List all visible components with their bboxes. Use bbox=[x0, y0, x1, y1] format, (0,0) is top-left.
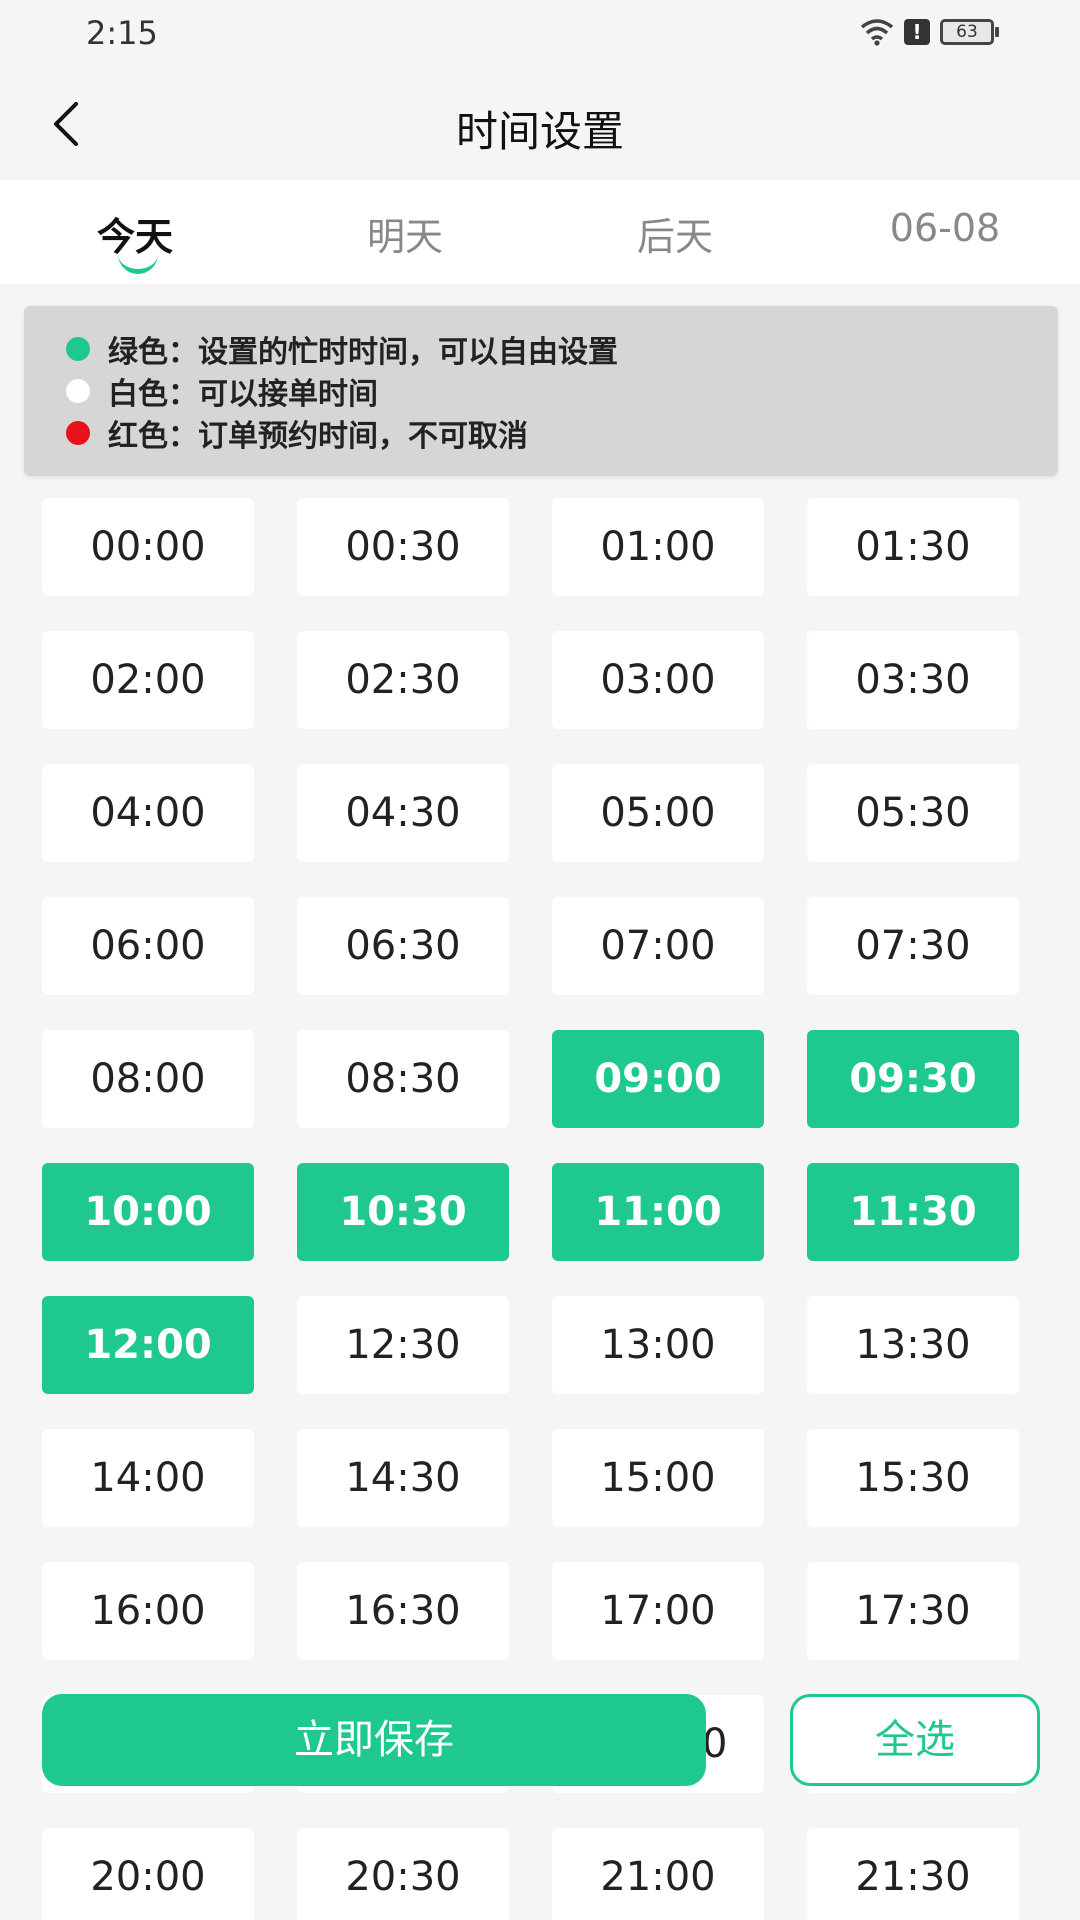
legend-text: 绿色：设置的忙时时间，可以自由设置 bbox=[108, 335, 618, 370]
time-slot[interactable]: 11:00 bbox=[552, 1163, 764, 1261]
legend-text: 白色：可以接单时间 bbox=[108, 377, 378, 412]
status-icons: ! 63 bbox=[860, 18, 999, 46]
wifi-icon bbox=[860, 19, 894, 46]
time-slot[interactable]: 06:30 bbox=[297, 897, 509, 995]
time-slot[interactable]: 10:00 bbox=[42, 1163, 254, 1261]
time-slot[interactable]: 00:00 bbox=[42, 498, 254, 596]
legend-row-red: 红色：订单预约时间，不可取消 bbox=[66, 412, 1058, 454]
time-slot[interactable]: 15:00 bbox=[552, 1429, 764, 1527]
time-slot[interactable]: 12:00 bbox=[42, 1296, 254, 1394]
green-dot-icon bbox=[66, 337, 90, 361]
time-slot[interactable]: 13:30 bbox=[807, 1296, 1019, 1394]
time-slot[interactable]: 20:30 bbox=[297, 1828, 509, 1920]
time-slot[interactable]: 08:30 bbox=[297, 1030, 509, 1128]
time-slot[interactable]: 01:00 bbox=[552, 498, 764, 596]
time-slot[interactable]: 05:30 bbox=[807, 764, 1019, 862]
page-title: 时间设置 bbox=[455, 107, 624, 156]
time-slot[interactable]: 04:00 bbox=[42, 764, 254, 862]
legend-text: 红色：订单预约时间，不可取消 bbox=[108, 419, 528, 454]
tab-date[interactable]: 06-08 bbox=[810, 206, 1080, 250]
tab-today[interactable]: 今天 bbox=[0, 206, 270, 261]
time-slot[interactable]: 03:30 bbox=[807, 631, 1019, 729]
time-slot[interactable]: 01:30 bbox=[807, 498, 1019, 596]
time-slot[interactable]: 17:00 bbox=[552, 1562, 764, 1660]
time-slot[interactable]: 09:00 bbox=[552, 1030, 764, 1128]
time-slot[interactable]: 05:00 bbox=[552, 764, 764, 862]
save-button[interactable]: 立即保存 bbox=[42, 1694, 706, 1786]
legend-row-green: 绿色：设置的忙时时间，可以自由设置 bbox=[66, 328, 1058, 370]
time-slot[interactable]: 20:00 bbox=[42, 1828, 254, 1920]
time-slot[interactable]: 07:00 bbox=[552, 897, 764, 995]
time-slot[interactable]: 02:00 bbox=[42, 631, 254, 729]
legend-row-white: 白色：可以接单时间 bbox=[66, 370, 1058, 412]
time-slot[interactable]: 08:00 bbox=[42, 1030, 254, 1128]
time-slot[interactable]: 03:00 bbox=[552, 631, 764, 729]
battery-icon: 63 bbox=[940, 19, 999, 45]
tab-day-after[interactable]: 后天 bbox=[540, 206, 810, 261]
status-bar: 2:15 ! 63 bbox=[0, 0, 1080, 70]
time-slot[interactable]: 09:30 bbox=[807, 1030, 1019, 1128]
time-slot[interactable]: 11:30 bbox=[807, 1163, 1019, 1261]
time-slot[interactable]: 21:00 bbox=[552, 1828, 764, 1920]
status-time: 2:15 bbox=[86, 14, 158, 52]
time-slot[interactable]: 06:00 bbox=[42, 897, 254, 995]
time-slot[interactable]: 14:00 bbox=[42, 1429, 254, 1527]
red-dot-icon bbox=[66, 421, 90, 445]
time-slot[interactable]: 13:00 bbox=[552, 1296, 764, 1394]
time-slot[interactable]: 00:30 bbox=[297, 498, 509, 596]
time-slot[interactable]: 02:30 bbox=[297, 631, 509, 729]
time-slot[interactable]: 16:30 bbox=[297, 1562, 509, 1660]
time-slot[interactable]: 10:30 bbox=[297, 1163, 509, 1261]
select-all-button[interactable]: 全选 bbox=[790, 1694, 1040, 1786]
time-slot[interactable]: 15:30 bbox=[807, 1429, 1019, 1527]
time-slot[interactable]: 16:00 bbox=[42, 1562, 254, 1660]
time-slot[interactable]: 21:30 bbox=[807, 1828, 1019, 1920]
header: 时间设置 bbox=[0, 70, 1080, 180]
legend: 绿色：设置的忙时时间，可以自由设置 白色：可以接单时间 红色：订单预约时间，不可… bbox=[24, 306, 1058, 476]
white-dot-icon bbox=[66, 379, 90, 403]
time-slot[interactable]: 07:30 bbox=[807, 897, 1019, 995]
time-slot[interactable]: 14:30 bbox=[297, 1429, 509, 1527]
time-slot[interactable]: 12:30 bbox=[297, 1296, 509, 1394]
day-tabs: 今天 明天 后天 06-08 bbox=[0, 180, 1080, 284]
time-slot[interactable]: 17:30 bbox=[807, 1562, 1019, 1660]
alert-icon: ! bbox=[904, 19, 930, 45]
time-slot[interactable]: 04:30 bbox=[297, 764, 509, 862]
tab-tomorrow[interactable]: 明天 bbox=[270, 206, 540, 261]
